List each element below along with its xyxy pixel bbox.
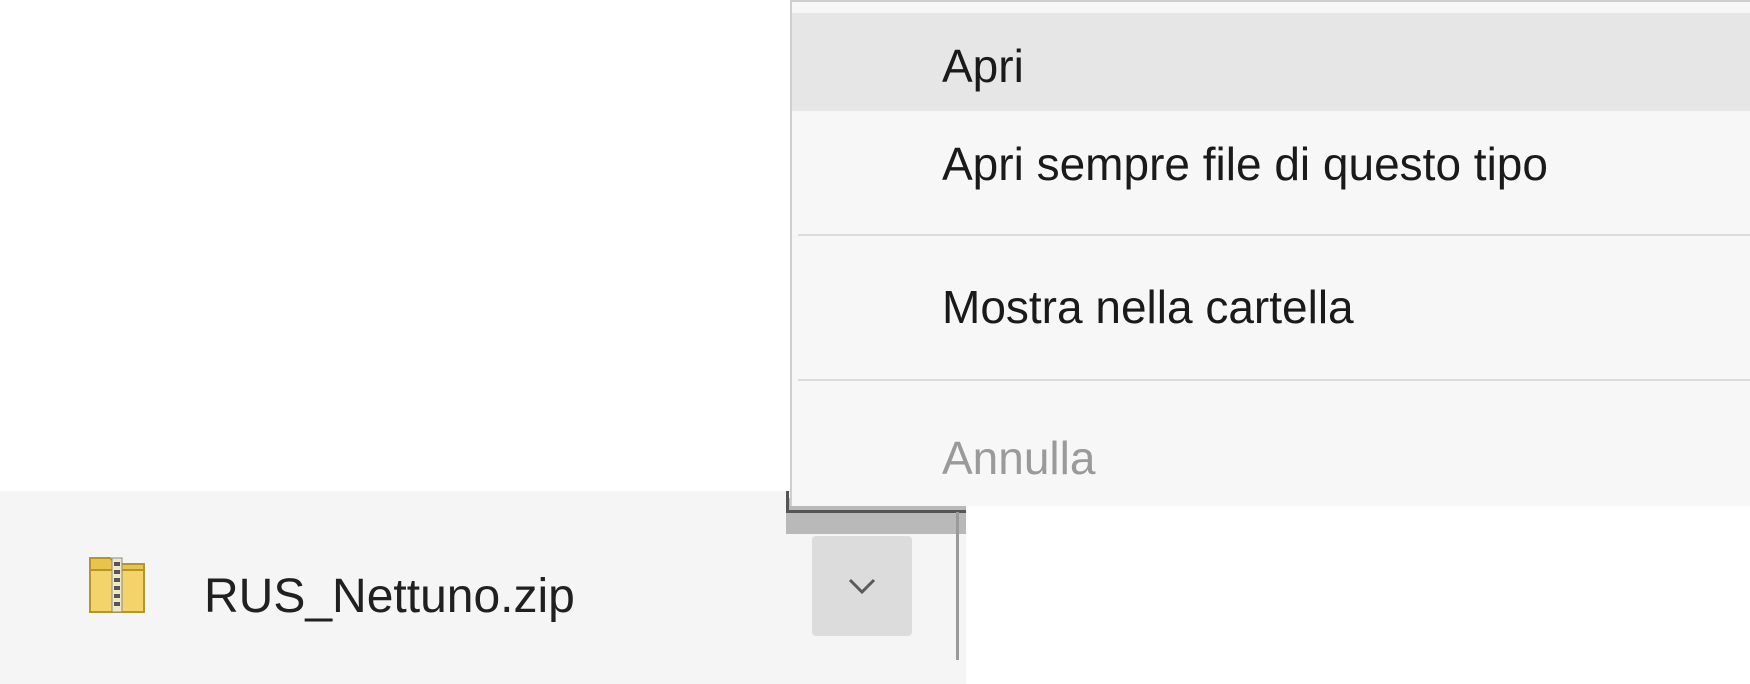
chevron-down-icon [848,578,876,595]
menu-item-show-in-folder[interactable]: Mostra nella cartella [792,252,1750,362]
zip-folder-icon[interactable] [88,552,146,614]
menu-item-always-open[interactable]: Apri sempre file di questo tipo [792,111,1750,221]
shelf-bracket-bottom [786,510,966,513]
download-file-name[interactable]: RUS_Nettuno.zip [204,565,575,629]
menu-item-open[interactable]: Apri [792,13,1750,111]
menu-separator [798,379,1750,381]
menu-separator [798,234,1750,236]
download-options-button[interactable] [812,536,912,636]
menu-item-cancel: Annulla [942,432,1096,484]
browser-page: RUS_Nettuno.zip Apri Apri sempre file di… [0,0,1750,684]
download-item-divider [956,512,959,660]
context-menu: Apri Apri sempre file di questo tipo Mos… [790,0,1750,506]
